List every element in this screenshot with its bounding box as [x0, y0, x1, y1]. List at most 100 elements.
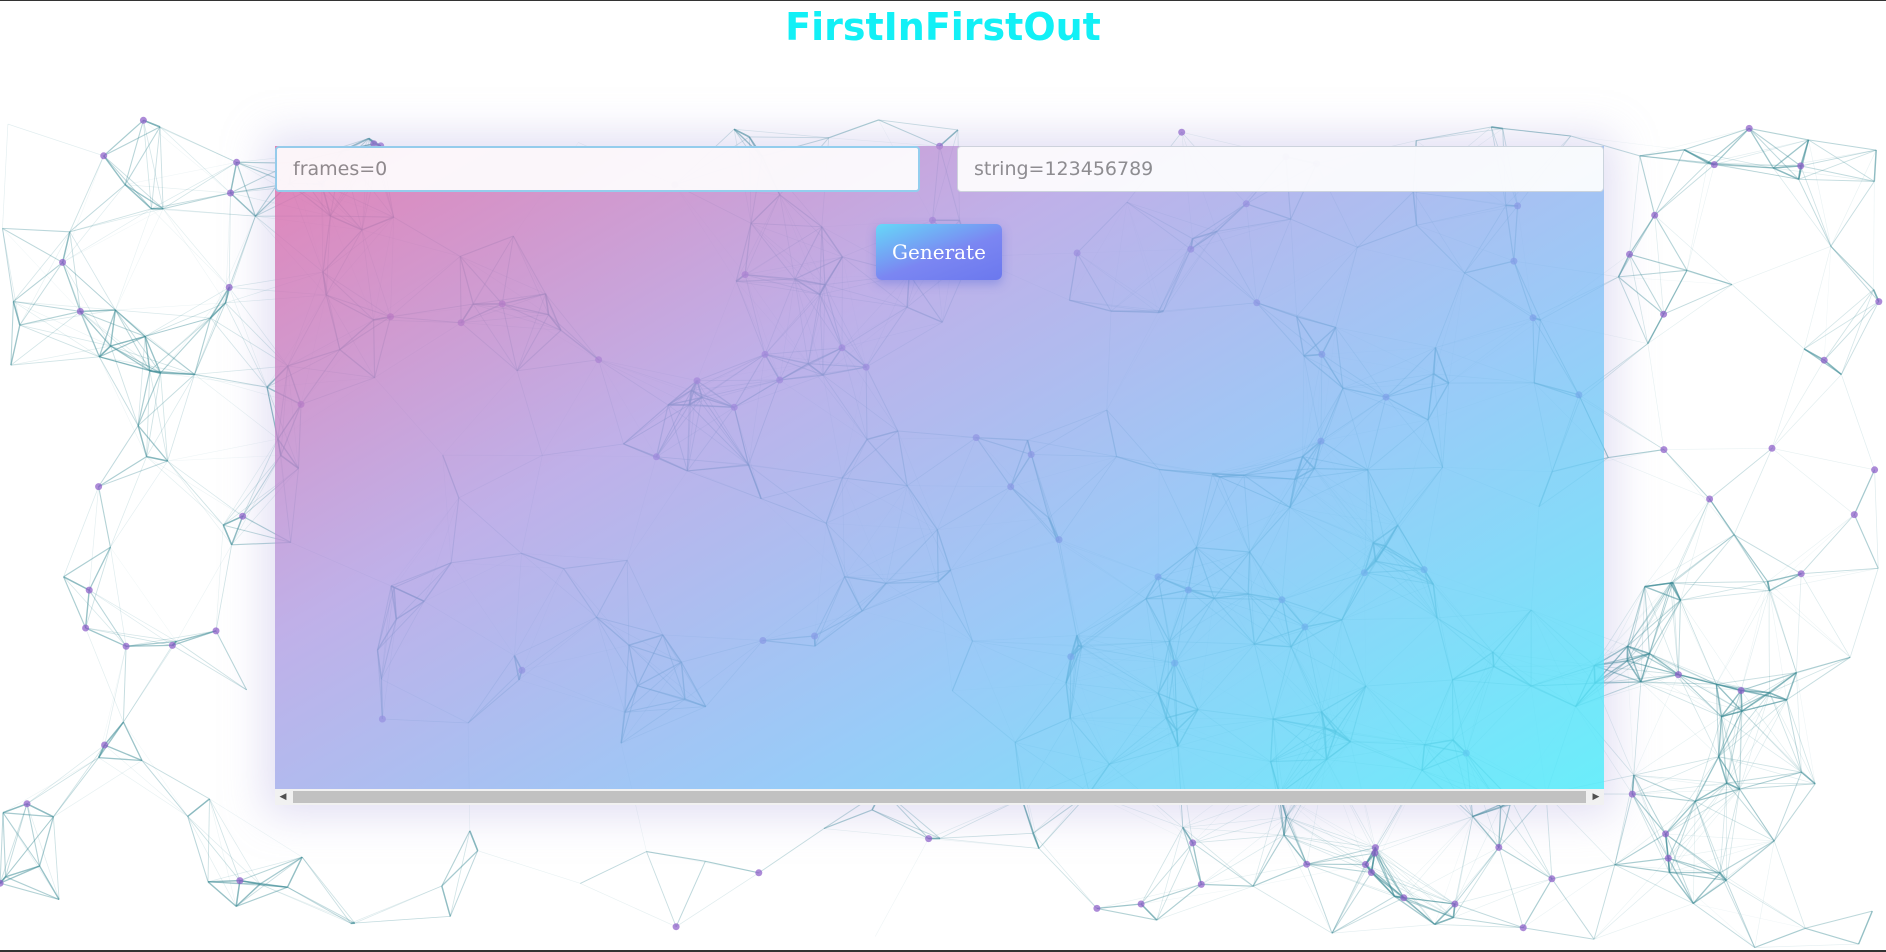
- network-line: [1786, 656, 1851, 701]
- network-line: [69, 155, 105, 232]
- network-line: [1639, 155, 1656, 216]
- network-line: [172, 630, 217, 647]
- network-line: [1773, 772, 1802, 842]
- network-line: [1796, 656, 1851, 674]
- network-line: [235, 883, 261, 907]
- network-line: [69, 231, 81, 312]
- network-node: [672, 923, 680, 931]
- network-node: [1797, 570, 1805, 578]
- network-line: [1800, 165, 1875, 182]
- network-line: [187, 816, 241, 881]
- network-line: [469, 830, 479, 851]
- network-line: [301, 856, 352, 924]
- network-line: [115, 309, 211, 319]
- network-node: [1850, 511, 1858, 519]
- network-line: [1771, 360, 1825, 449]
- network-line: [13, 301, 100, 358]
- network-node: [1451, 900, 1459, 908]
- network-node: [59, 258, 67, 266]
- network-line: [1649, 653, 1722, 717]
- network-line: [1754, 840, 1775, 948]
- network-line: [1769, 590, 1797, 673]
- network-node: [1875, 298, 1883, 306]
- scroll-left-icon[interactable]: ◀: [275, 789, 291, 805]
- network-line: [287, 886, 351, 924]
- scroll-track[interactable]: [291, 789, 1588, 805]
- network-node: [1745, 124, 1753, 132]
- app-root: FirstInFirstOut Generate ◀ ▶: [0, 0, 1886, 952]
- network-node: [1797, 162, 1805, 170]
- network-line: [1719, 840, 1775, 874]
- network-line: [1375, 816, 1473, 848]
- network-line: [1331, 872, 1372, 934]
- network-node: [1197, 880, 1205, 888]
- network-line: [1716, 590, 1770, 685]
- network-line: [1614, 793, 1633, 865]
- network-line: [1853, 514, 1879, 569]
- network-line: [1375, 847, 1456, 905]
- horizontal-scrollbar[interactable]: ◀ ▶: [275, 789, 1604, 805]
- network-line: [1374, 816, 1473, 854]
- network-node: [1628, 790, 1636, 798]
- network-line: [1805, 927, 1859, 945]
- network-line: [441, 850, 479, 887]
- network-line: [1665, 788, 1740, 835]
- network-line: [0, 812, 4, 884]
- network-line: [1748, 128, 1774, 169]
- network-line: [1629, 254, 1665, 315]
- network-line: [1608, 457, 1710, 500]
- network-line: [1523, 864, 1615, 928]
- network-line: [2, 227, 70, 233]
- network-line: [160, 372, 169, 462]
- network-line: [162, 208, 230, 288]
- network-line: [2, 228, 81, 312]
- network-line: [1156, 827, 1184, 921]
- generate-button[interactable]: Generate: [876, 224, 1002, 280]
- network-line: [225, 302, 268, 388]
- network-node: [95, 483, 103, 491]
- network-line: [1632, 782, 1727, 795]
- string-input[interactable]: [957, 146, 1604, 192]
- network-line: [1394, 816, 1473, 897]
- network-line: [1374, 852, 1435, 925]
- network-line: [1771, 447, 1875, 471]
- frames-input[interactable]: [275, 146, 920, 192]
- network-line: [1695, 771, 1802, 802]
- scroll-thumb[interactable]: [293, 791, 1586, 803]
- network-line: [1803, 246, 1832, 349]
- network-node: [1495, 843, 1503, 851]
- network-line: [1873, 181, 1875, 290]
- network-line: [99, 356, 195, 375]
- network-line: [1771, 348, 1805, 449]
- network-line: [1725, 840, 1775, 881]
- scroll-right-icon[interactable]: ▶: [1588, 789, 1604, 805]
- network-line: [580, 851, 647, 884]
- network-line: [144, 317, 211, 337]
- network-line: [1038, 848, 1098, 909]
- network-line: [1201, 863, 1307, 885]
- network-line: [167, 374, 195, 462]
- network-line: [1716, 581, 1768, 685]
- network-line: [98, 646, 127, 758]
- network-line: [63, 486, 99, 577]
- network-node: [239, 512, 247, 520]
- network-line: [222, 455, 282, 526]
- network-node: [1674, 671, 1682, 679]
- network-line: [1773, 840, 1806, 929]
- network-line: [1663, 449, 1710, 500]
- network-line: [1654, 162, 1709, 216]
- network-line: [207, 881, 237, 907]
- network-line: [1649, 653, 1742, 691]
- network-line: [928, 838, 1040, 849]
- network-line: [13, 261, 63, 302]
- network-line: [1857, 910, 1873, 945]
- network-line: [149, 302, 226, 372]
- network-line: [1680, 590, 1770, 601]
- network-line: [228, 287, 268, 388]
- network-line: [1769, 514, 1855, 591]
- network-line: [235, 886, 288, 907]
- network-line: [1654, 214, 1733, 285]
- network-line: [98, 425, 139, 487]
- network-node: [1664, 854, 1672, 862]
- network-node: [101, 741, 109, 749]
